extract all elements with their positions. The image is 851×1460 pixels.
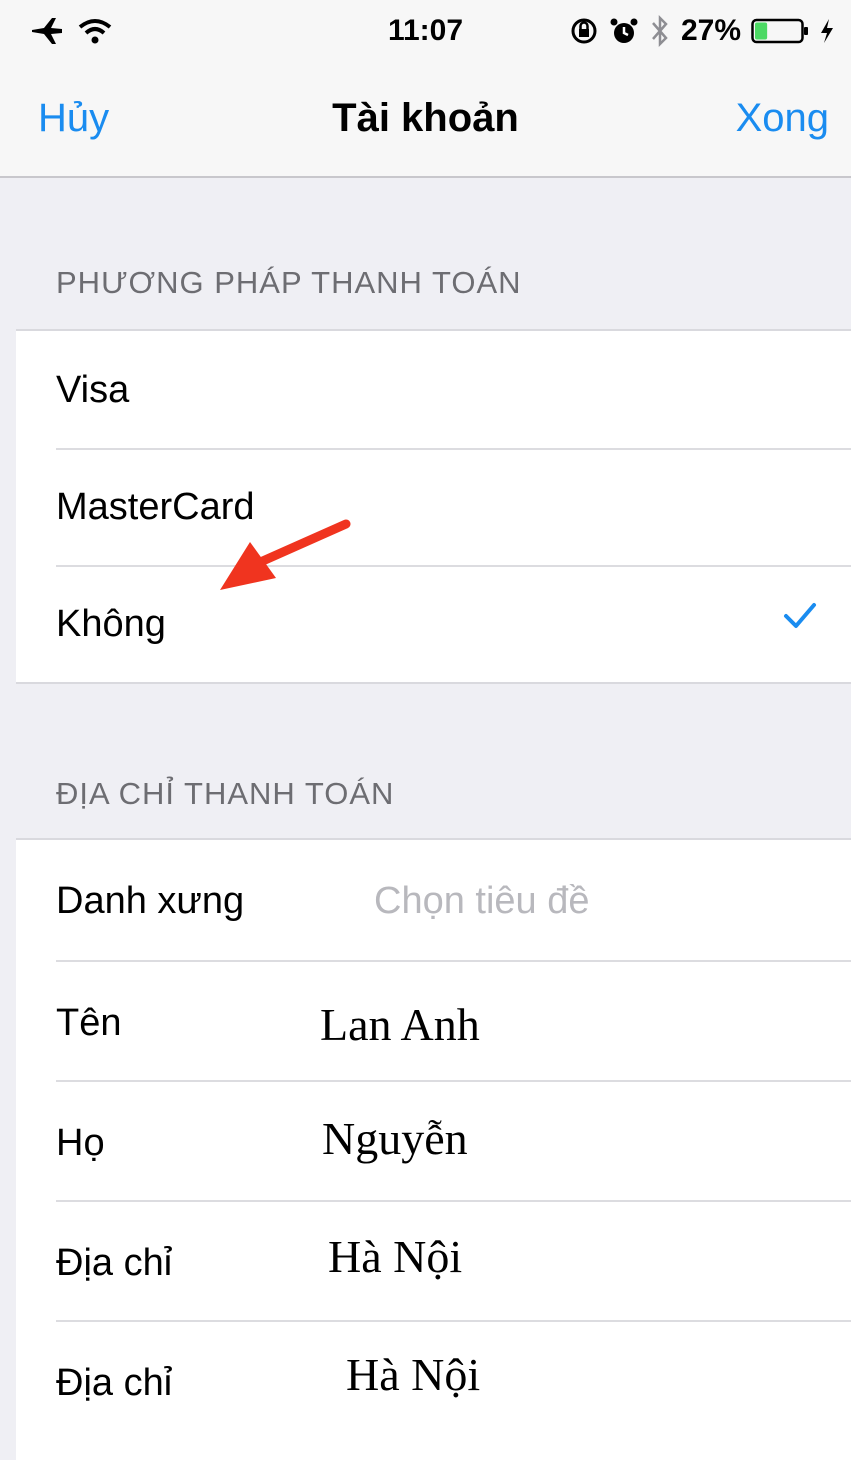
battery-icon [751,18,808,44]
battery-fill [755,22,768,40]
page-title: Tài khoản [332,96,519,140]
first-name-label: Tên [56,1002,122,1044]
payment-method-list: Visa MasterCard Không [16,329,851,684]
address1-label: Địa chỉ [56,1242,173,1284]
address1-row[interactable]: Địa chỉ Hà Nội [16,1200,851,1320]
payment-option-label: Visa [56,369,130,411]
first-name-value[interactable]: Lan Anh [320,998,480,1051]
status-bar: 11:07 27% [0,0,851,68]
payment-option-mastercard[interactable]: MasterCard [16,448,851,565]
last-name-row[interactable]: Họ Nguyễn [16,1080,851,1200]
address1-value[interactable]: Hà Nội [328,1230,462,1283]
checkmark-icon [784,603,816,628]
salutation-label: Danh xưng [56,880,245,922]
billing-address-form: Danh xưng Chọn tiêu đề Tên Lan Anh Họ Ng… [16,838,851,1460]
last-name-value[interactable]: Nguyễn [322,1112,468,1165]
first-name-row[interactable]: Tên Lan Anh [16,960,851,1080]
payment-option-label: Không [56,603,166,645]
status-right: 27% [569,14,835,48]
rotation-lock-icon [571,18,597,44]
annotation-arrow-icon [220,519,351,590]
alarm-icon [610,18,638,43]
address2-label: Địa chỉ [56,1362,173,1404]
charging-icon [821,19,833,43]
done-button[interactable]: Xong [736,96,829,141]
last-name-label: Họ [56,1122,105,1164]
navigation-bar: Hủy Tài khoản Xong [0,68,851,178]
salutation-placeholder[interactable]: Chọn tiêu đề [374,880,590,923]
payment-method-header: PHƯƠNG PHÁP THANH TOÁN [56,265,522,300]
payment-option-visa[interactable]: Visa [16,331,851,448]
battery-percent: 27% [680,14,741,47]
bluetooth-icon [652,14,668,48]
salutation-row[interactable]: Danh xưng Chọn tiêu đề [16,840,851,960]
address2-value[interactable]: Hà Nội [346,1348,480,1401]
payment-option-none[interactable]: Không [16,565,851,682]
billing-address-header: ĐỊA CHỈ THANH TOÁN [56,776,395,811]
address2-row[interactable]: Địa chỉ Hà Nội [16,1320,851,1440]
